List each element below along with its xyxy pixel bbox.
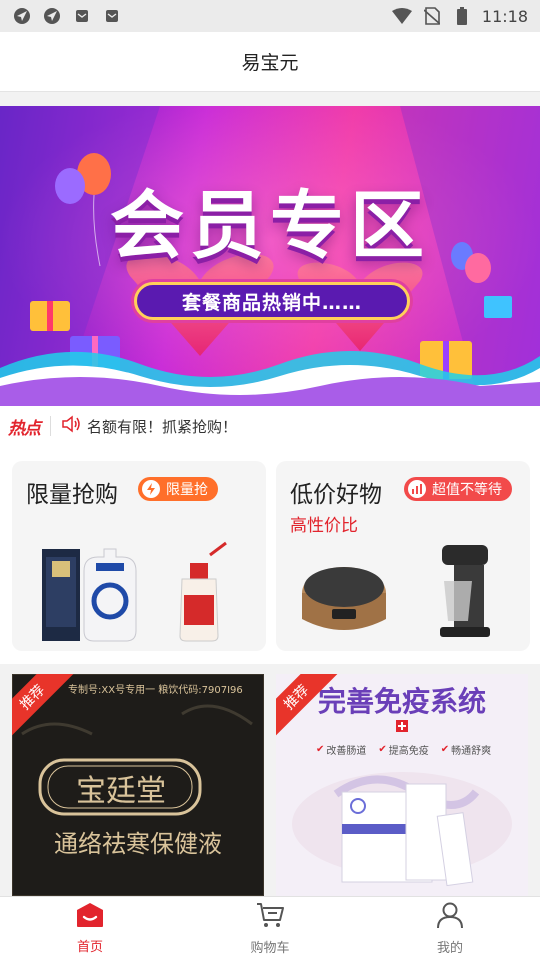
- location-icon: [42, 6, 62, 26]
- speaker-icon: [61, 415, 81, 437]
- banner-title: 会员专区: [110, 183, 430, 269]
- benefit-label: 改善肠道: [326, 746, 367, 757]
- low-price-card[interactable]: 低价好物 超值不等待 高性价比: [276, 461, 530, 651]
- brand-name: 宝廷堂: [76, 774, 166, 809]
- product-name: 通络祛寒保健液: [54, 830, 222, 858]
- benefit-item: ✔ 改善肠道: [316, 742, 366, 757]
- image-caption: 专制号:XX号专用一 粮饮代码:7907I96: [68, 685, 243, 696]
- benefit-item: ✔ 畅通舒爽: [441, 742, 491, 757]
- check-icon: ✔: [378, 744, 387, 755]
- flash-sale-card[interactable]: 限量抢购 限量抢: [12, 461, 266, 651]
- nav-label: 购物车: [250, 941, 290, 956]
- member-zone-banner[interactable]: 会员专区 套餐商品热销中……: [0, 106, 540, 406]
- user-icon: [436, 901, 464, 933]
- bottom-nav: 首页 购物车 我的: [0, 896, 540, 960]
- nav-label: 我的: [436, 941, 463, 956]
- page-title: 易宝元: [241, 52, 299, 74]
- status-time: 11:18: [481, 6, 528, 26]
- nav-cart[interactable]: 购物车: [180, 897, 360, 960]
- recommend-card-immunity[interactable]: 完善免疫系统 ✔ 改善肠道 ✔ 提高免疫 ✔ 畅通舒爽 推荐: [276, 674, 528, 896]
- status-left: [12, 6, 122, 26]
- home-icon: [75, 902, 105, 932]
- recommend-card-health-liquid[interactable]: 专制号:XX号专用一 粮饮代码:7907I96 宝廷堂 通络祛寒保健液 推荐: [12, 674, 264, 896]
- battery-icon: [452, 6, 472, 26]
- mail-icon: [102, 6, 122, 26]
- no-sim-icon: [422, 6, 442, 26]
- liquor-products-image: [42, 541, 227, 642]
- cart-icon: [255, 901, 285, 933]
- benefit-item: ✔ 提高免疫: [378, 742, 428, 757]
- banner-subtitle: 套餐商品热销中……: [134, 282, 410, 320]
- nav-label: 首页: [76, 940, 103, 955]
- notice-bar[interactable]: 热点 名额有限！抓紧抢购！: [0, 406, 540, 446]
- status-bar: 11:18: [0, 0, 540, 32]
- check-icon: ✔: [316, 744, 325, 755]
- nav-profile[interactable]: 我的: [360, 897, 540, 960]
- appliance-products-image: [302, 545, 490, 637]
- app-header: 易宝元: [0, 32, 540, 92]
- notice-text: 名额有限！抓紧抢购！: [87, 417, 238, 436]
- hot-label: 热点: [8, 418, 41, 439]
- benefit-label: 提高免疫: [388, 746, 429, 757]
- nav-home[interactable]: 首页: [0, 897, 180, 960]
- benefit-label: 畅通舒爽: [451, 746, 492, 757]
- location-icon: [12, 6, 32, 26]
- mail-icon: [72, 6, 92, 26]
- benefit-list: ✔ 改善肠道 ✔ 提高免疫 ✔ 畅通舒爽: [316, 742, 491, 757]
- status-right: 11:18: [391, 6, 528, 26]
- wifi-icon: [391, 6, 412, 26]
- check-icon: ✔: [440, 744, 450, 755]
- divider: [50, 416, 51, 436]
